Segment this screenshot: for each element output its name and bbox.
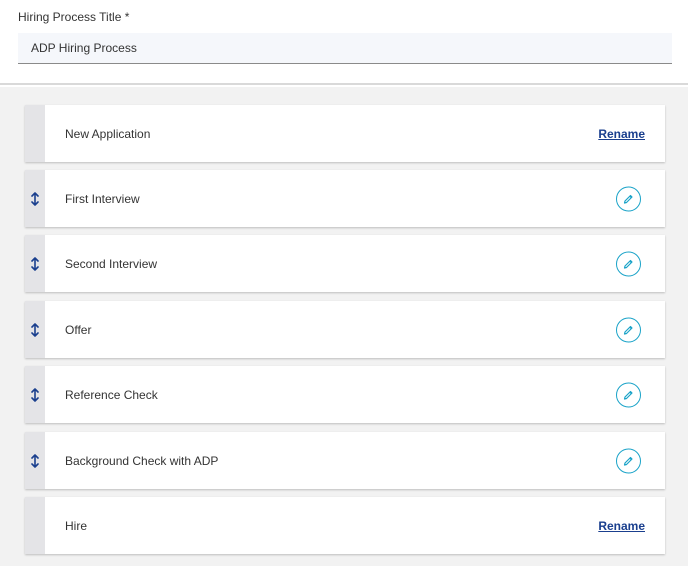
rename-link[interactable]: Rename bbox=[598, 519, 645, 533]
rename-link[interactable]: Rename bbox=[598, 127, 645, 141]
pencil-icon bbox=[623, 390, 633, 400]
stage-name: Second Interview bbox=[65, 256, 158, 271]
process-title-section: Hiring Process Title * bbox=[0, 0, 688, 85]
stage-name: New Application bbox=[65, 126, 151, 141]
stage-row-first-interview[interactable]: First Interview bbox=[25, 170, 665, 227]
edit-stage-button[interactable] bbox=[616, 448, 641, 473]
drag-handle-icon[interactable] bbox=[25, 235, 45, 292]
edit-stage-button[interactable] bbox=[616, 382, 641, 407]
hiring-stages-list: New Application Rename First Interview S… bbox=[0, 87, 688, 566]
drag-handle-icon[interactable] bbox=[25, 432, 45, 489]
stage-handle-placeholder bbox=[25, 105, 45, 162]
stage-row-new-application: New Application Rename bbox=[25, 105, 665, 162]
stage-row-offer[interactable]: Offer bbox=[25, 301, 665, 358]
edit-stage-button[interactable] bbox=[616, 317, 641, 342]
edit-stage-button[interactable] bbox=[616, 251, 641, 276]
stage-handle-placeholder bbox=[25, 497, 45, 554]
stage-row-hire: Hire Rename bbox=[25, 497, 665, 554]
process-title-label: Hiring Process Title * bbox=[18, 10, 130, 24]
process-title-input[interactable] bbox=[18, 33, 672, 64]
edit-stage-button[interactable] bbox=[616, 186, 641, 211]
pencil-icon bbox=[623, 456, 633, 466]
pencil-icon bbox=[623, 259, 633, 269]
stage-name: Offer bbox=[65, 322, 92, 337]
drag-handle-icon[interactable] bbox=[25, 301, 45, 358]
stage-name: Hire bbox=[65, 518, 88, 533]
stage-name: Reference Check bbox=[65, 387, 158, 402]
drag-handle-icon[interactable] bbox=[25, 170, 45, 227]
drag-handle-icon[interactable] bbox=[25, 366, 45, 423]
pencil-icon bbox=[623, 325, 633, 335]
stage-name: First Interview bbox=[65, 191, 140, 206]
pencil-icon bbox=[623, 194, 633, 204]
stage-row-background-check[interactable]: Background Check with ADP bbox=[25, 432, 665, 489]
stage-row-reference-check[interactable]: Reference Check bbox=[25, 366, 665, 423]
stage-row-second-interview[interactable]: Second Interview bbox=[25, 235, 665, 292]
stage-name: Background Check with ADP bbox=[65, 453, 219, 468]
